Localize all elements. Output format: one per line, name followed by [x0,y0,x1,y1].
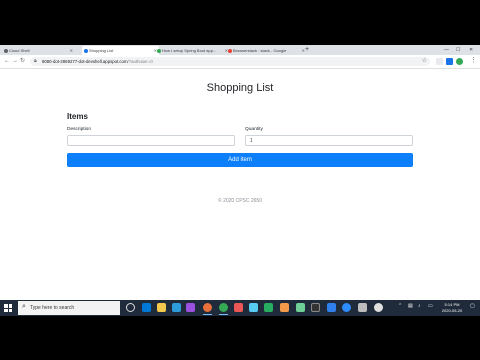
edge-icon[interactable] [142,303,151,312]
extension-icon[interactable] [436,58,443,65]
close-window-button[interactable]: ✕ [469,45,473,55]
app-icon[interactable] [264,303,273,312]
tab-label: How I setup Spring Boot app... [162,48,217,53]
minimize-button[interactable]: — [444,45,449,55]
description-label: Description [67,127,91,132]
volume-icon[interactable]: ♪ [418,303,421,309]
bookmark-star-icon[interactable]: ☆ [422,57,427,66]
store-icon[interactable] [172,303,181,312]
account-avatar[interactable] [456,58,463,65]
firefox-icon[interactable] [203,303,212,315]
windows-start-icon[interactable] [4,304,12,312]
browser-window: Cloud Shell ✕ Shopping List ✕ How I setu… [0,45,480,315]
tab-cloud-shell[interactable]: Cloud Shell ✕ [2,46,75,55]
keyboard-icon[interactable]: ▭ [428,303,433,309]
cloud-shell-icon [4,48,8,53]
tab-browserstack[interactable]: Browserstack · stack - Google ✕ [226,46,307,55]
section-title: Items [67,112,88,121]
app-icon[interactable] [327,303,336,312]
description-input[interactable] [67,135,235,146]
app-icon[interactable] [234,303,243,312]
quantity-label: Quantity [245,127,263,132]
taskbar-search-box[interactable]: ⌕ Type here to search [18,301,120,315]
tab-spring-boot[interactable]: How I setup Spring Boot app... ✕ [155,46,230,55]
tab-shopping-list[interactable]: Shopping List ✕ [82,46,159,55]
close-tab-icon[interactable]: ✕ [70,46,73,55]
app-icon[interactable] [280,303,289,312]
clock-date: 2020-05-20 [441,308,463,313]
url-text: 8080-dot-2869277-dot-devshell.appspot.co… [42,59,153,64]
page-icon [84,48,88,53]
back-arrow-icon[interactable]: ← [4,57,10,66]
address-bar[interactable]: 🔒︎ 8080-dot-2869277-dot-devshell.appspot… [30,57,430,66]
quantity-input[interactable] [245,135,413,146]
app-icon[interactable] [296,303,305,312]
tab-label: Cloud Shell [9,48,30,53]
reload-icon[interactable]: ↻ [20,57,25,66]
network-icon[interactable]: ▤ [408,303,413,309]
tab-label: Browserstack · stack - Google [233,48,287,53]
browser-toolbar: ← → ↻ 🔒︎ 8080-dot-2869277-dot-devshell.a… [0,55,480,69]
tab-strip: Cloud Shell ✕ Shopping List ✕ How I setu… [0,45,480,55]
menu-icon[interactable]: ⋮ [470,56,477,64]
forward-arrow-icon[interactable]: → [12,57,18,66]
file-explorer-icon[interactable] [157,303,166,312]
app-icon[interactable] [186,303,195,312]
taskbar: ⌕ Type here to search ⌃ ▤ ♪ ▭ 5:14 PM 20… [0,300,480,316]
maximize-button[interactable]: ☐ [456,45,460,55]
search-icon: ⌕ [22,303,26,310]
new-tab-button[interactable]: + [305,45,309,55]
app-icon[interactable] [374,303,383,312]
lock-icon: 🔒︎ [34,58,37,64]
task-view-icon[interactable] [126,303,135,312]
google-icon [228,48,232,53]
bookmark-icon [157,48,161,53]
chrome-icon[interactable] [219,303,228,315]
search-placeholder: Type here to search [30,305,75,311]
terminal-icon[interactable] [311,303,320,312]
notification-icon[interactable]: ▢ [470,303,475,309]
people-icon[interactable]: ⌃ [398,303,402,309]
app-icon[interactable] [249,303,258,312]
zoom-icon[interactable] [342,303,351,312]
taskbar-clock[interactable]: 5:14 PM 2020-05-20 [438,302,466,314]
page-title: Shopping List [206,82,274,94]
tab-label: Shopping List [89,48,114,53]
profile-icon[interactable] [446,58,453,65]
page-footer: © 2020 CPSC 2650 [218,198,262,204]
app-icon[interactable] [358,303,367,312]
add-item-button[interactable]: Add item [67,153,413,167]
